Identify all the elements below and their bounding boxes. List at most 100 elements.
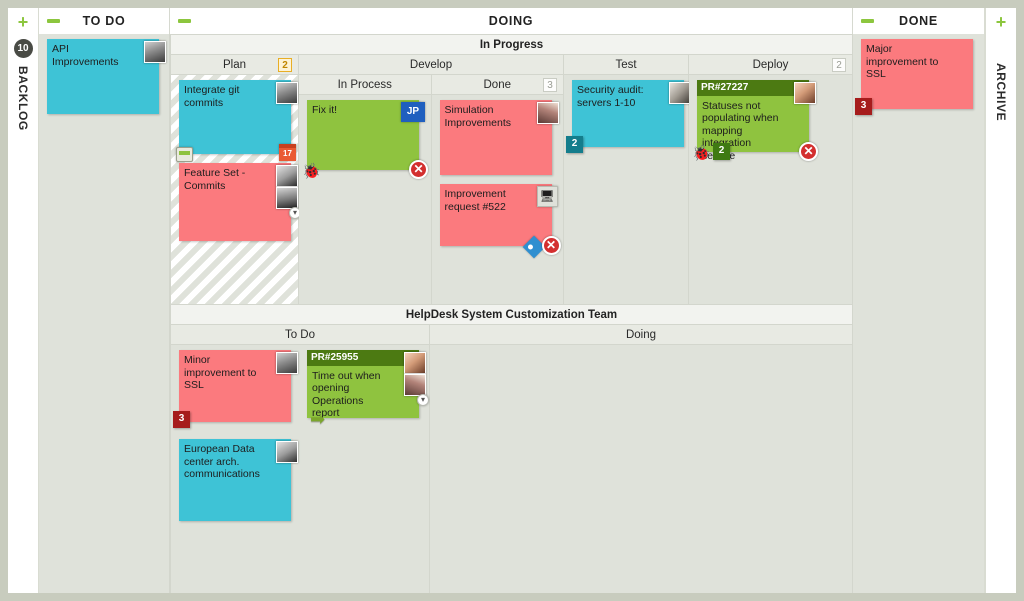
avatar [536, 102, 559, 124]
cards-develop-done[interactable]: Simulation Improvements Improvement requ… [431, 95, 563, 304]
avatar [404, 352, 426, 374]
backlog-add-icon[interactable]: + [18, 13, 29, 31]
card-title: Security audit: servers 1-10 [577, 84, 644, 109]
lane-header-doing[interactable]: DOING [170, 8, 853, 34]
column-test: Test Security audit: servers 1-10 2 [564, 55, 691, 304]
column-header-deploy[interactable]: Deploy 2 [689, 55, 852, 75]
backlog-label: BACKLOG [16, 66, 30, 131]
calendar-icon: 17 [279, 144, 296, 161]
avatar-more-icon[interactable]: ▾ [417, 394, 429, 406]
monitor-icon: 🖥 [536, 186, 558, 207]
column-header-done-sub[interactable]: Done 3 [431, 75, 563, 95]
column-header-plan[interactable]: Plan 2 [171, 55, 298, 75]
card-minor-improvement-ssl[interactable]: Minor improvement to SSL 3 [173, 350, 298, 428]
card-pr-27227[interactable]: PR#27227 Statuses not populating when ma… [692, 80, 818, 162]
card-fix-it[interactable]: Fix it! JP 🐞 ✕ [302, 100, 428, 179]
column-header-helpdesk-todo[interactable]: To Do [171, 325, 429, 345]
column-name: Develop [409, 58, 453, 71]
arrow-icon: ➡ [310, 409, 326, 429]
subcolumn-in-process: In Process Fix it! JP 🐞 ✕ [299, 75, 432, 304]
card-api-improvements[interactable]: API Improvements [47, 39, 166, 114]
bug-icon: 🐞 [692, 145, 711, 162]
swimlane-title-in-progress: In Progress [171, 34, 852, 55]
archive-rail[interactable]: + ARCHIVE [985, 8, 1016, 593]
card-simulation-improvements[interactable]: Simulation Improvements [439, 100, 559, 175]
card-title: Improvement request #522 [444, 188, 506, 213]
lane-title-done: DONE [899, 14, 938, 28]
board-body: API Improvements In Progress Plan 2 Inte… [39, 34, 984, 593]
blocker-icon[interactable]: ✕ [541, 236, 561, 255]
swimlane-in-progress: In Progress Plan 2 Integrate git commits… [171, 34, 852, 304]
collapse-icon-doing[interactable] [178, 19, 191, 23]
card-header-id: PR#25955 [307, 350, 419, 366]
column-header-test[interactable]: Test [564, 55, 688, 75]
column-plan: Plan 2 Integrate git commits 17 Feature … [171, 55, 301, 304]
avatar-initials: JP [401, 102, 425, 122]
card-security-audit[interactable]: Security audit: servers 1-10 2 [566, 80, 691, 153]
collapse-icon-todo[interactable] [47, 19, 60, 23]
cards-done[interactable]: Major improvement to SSL 3 [853, 34, 984, 593]
cards-test[interactable]: Security audit: servers 1-10 2 [564, 75, 691, 304]
wip-limit-badge: 2 [278, 58, 292, 72]
column-deploy: Deploy 2 PR#27227 Statuses not populatin… [689, 55, 852, 304]
column-name: Done [483, 78, 512, 91]
avatar [144, 41, 166, 63]
blocker-icon[interactable]: ✕ [799, 142, 818, 161]
column-name: Plan [222, 58, 247, 71]
swimlane-title-helpdesk: HelpDesk System Customization Team [171, 304, 852, 325]
column-develop: Develop In Process Fix it! JP 🐞 ✕ Done 3… [299, 55, 564, 304]
archive-add-icon[interactable]: + [996, 13, 1007, 31]
avatar [276, 441, 298, 463]
card-improvement-request-522[interactable]: Improvement request #522 🖥 ✕ [439, 184, 561, 259]
lane-header-done[interactable]: DONE [853, 8, 984, 34]
avatar [794, 82, 816, 104]
card-title: European Data center arch. communication… [184, 443, 260, 480]
column-header-helpdesk-doing[interactable]: Doing [430, 325, 852, 345]
column-helpdesk-doing: Doing [430, 325, 852, 593]
lane-header-todo[interactable]: TO DO [39, 8, 170, 34]
lane-title-todo: TO DO [82, 14, 126, 28]
card-title: Minor improvement to SSL [184, 354, 257, 391]
column-header-in-process[interactable]: In Process [299, 75, 431, 95]
doing-region: In Progress Plan 2 Integrate git commits… [170, 34, 853, 593]
column-name: Test [615, 58, 637, 71]
cards-deploy[interactable]: PR#27227 Statuses not populating when ma… [689, 75, 852, 304]
avatar [276, 352, 298, 374]
wip-limit-badge: 2 [832, 58, 846, 72]
note-icon [176, 147, 193, 162]
develop-subcolumns: In Process Fix it! JP 🐞 ✕ Done 3 Simulat… [299, 75, 563, 304]
swimlane-helpdesk: HelpDesk System Customization Team To Do [171, 304, 852, 593]
collapse-icon-done[interactable] [861, 19, 874, 23]
cards-in-process[interactable]: Fix it! JP 🐞 ✕ [299, 95, 431, 304]
cards-helpdesk-doing[interactable] [430, 345, 852, 593]
card-european-data-center[interactable]: European Data center arch. communication… [179, 439, 298, 521]
cards-todo[interactable]: API Improvements [39, 34, 169, 593]
blocker-icon[interactable]: ✕ [409, 160, 428, 179]
column-todo: API Improvements [39, 34, 170, 593]
card-feature-set-commits[interactable]: Feature Set - Commits ▾ [179, 163, 301, 241]
cards-plan[interactable]: Integrate git commits 17 Feature Set - C… [171, 75, 301, 304]
avatar-secondary [404, 374, 426, 396]
avatar [669, 82, 691, 104]
status-badge: 3 [855, 98, 872, 115]
avatar [276, 165, 298, 187]
card-integrate-git-commits[interactable]: Integrate git commits 17 [176, 80, 298, 162]
column-name: In Process [337, 78, 392, 91]
avatar [276, 82, 298, 104]
backlog-rail[interactable]: + 10 BACKLOG [8, 8, 39, 593]
card-title: Simulation Improvements [444, 104, 512, 129]
card-title: Feature Set - Commits [184, 167, 246, 192]
board-main: TO DO DOING DONE API Improvements In Pro… [39, 8, 985, 593]
status-badge: 3 [173, 411, 190, 428]
avatar-secondary [276, 187, 298, 209]
cards-helpdesk-todo[interactable]: Minor improvement to SSL 3 European Data… [171, 345, 429, 593]
column-name: Deploy [752, 58, 789, 71]
card-major-improvement-ssl[interactable]: Major improvement to SSL 3 [855, 39, 973, 115]
column-name: To Do [284, 328, 316, 341]
column-header-develop[interactable]: Develop [299, 55, 563, 75]
wip-limit-badge: 3 [543, 78, 557, 92]
top-lane-headers: TO DO DOING DONE [39, 8, 984, 34]
card-pr-25955[interactable]: PR#25955 Time out when opening Operation… [307, 350, 429, 428]
column-helpdesk-todo: To Do Minor improvement to SSL 3 Europea… [171, 325, 430, 593]
bug-icon: 🐞 [302, 163, 321, 180]
